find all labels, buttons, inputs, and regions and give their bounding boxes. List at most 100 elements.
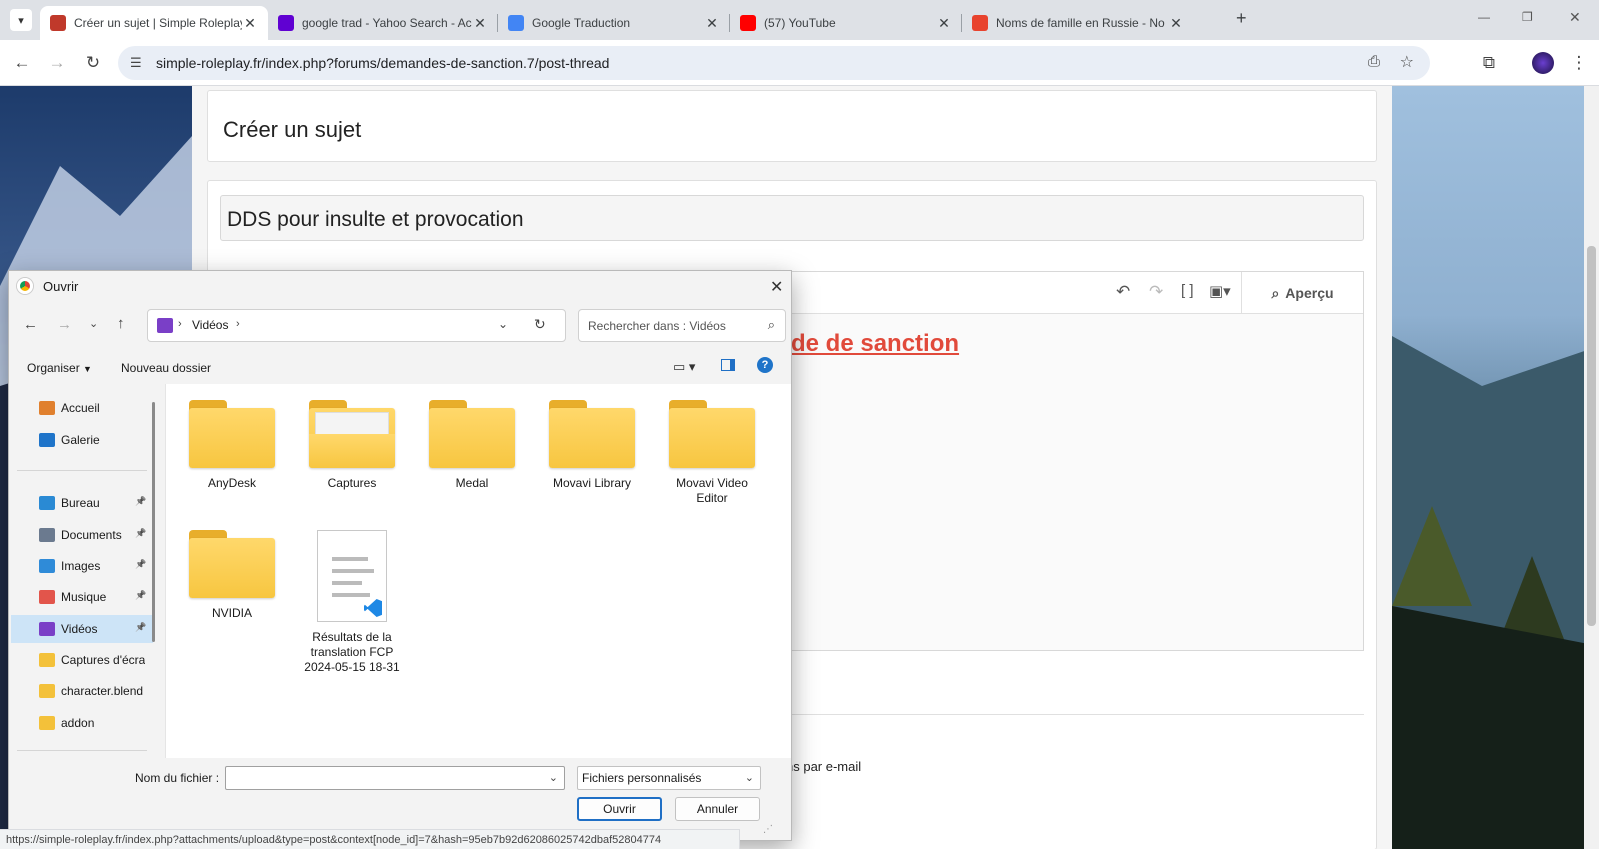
nav-item[interactable]: addon (39, 712, 94, 734)
organize-label: Organiser (27, 361, 80, 375)
folder-icon (309, 400, 395, 468)
nav-item[interactable]: Bureau (39, 492, 100, 514)
dialog-address-bar[interactable]: › Vidéos › ⌄ ↻ (147, 309, 566, 342)
profile-avatar[interactable] (1530, 50, 1556, 76)
nav-item[interactable]: Vidéos (11, 615, 153, 643)
reload-icon[interactable]: ↻ (80, 50, 106, 76)
restore-button[interactable]: ❐ (1522, 10, 1533, 24)
breadcrumb-chevron-icon: › (178, 318, 182, 330)
nav-divider (17, 750, 147, 751)
dialog-forward-icon[interactable]: → (57, 316, 72, 333)
nav-item[interactable]: Images (39, 555, 100, 577)
tab[interactable]: Noms de famille en Russie - No ✕ (962, 6, 1194, 40)
site-info-icon[interactable]: ☰ (130, 55, 142, 71)
tab-favicon-icon (50, 15, 66, 31)
help-icon[interactable]: ? (757, 357, 773, 373)
scrollbar-thumb[interactable] (1587, 246, 1596, 626)
new-tab-button[interactable]: + (1236, 8, 1247, 29)
resize-grip-icon[interactable]: ⋰ (763, 824, 773, 835)
page-scrollbar[interactable] (1584, 86, 1599, 849)
editor-heading-text[interactable]: de de sanction (791, 330, 959, 358)
preview-icon: ⌕ (1271, 284, 1280, 301)
file-open-dialog: Ouvrir ✕ ← → ⌄ ↑ › Vidéos › ⌄ ↻ Recherch… (8, 270, 792, 841)
tab[interactable]: (57) YouTube ✕ (730, 6, 962, 40)
file-type-select[interactable]: Fichiers personnalisés ⌄ (577, 766, 761, 790)
folder-item[interactable]: NVIDIA (182, 530, 282, 621)
background-right-forest (1392, 86, 1599, 849)
home-icon (39, 401, 55, 415)
thread-title-value: DDS pour insulte et provocation (227, 208, 524, 231)
folder-icon (39, 653, 55, 667)
pin-icon: 📌 (135, 496, 147, 506)
search-icon: ⌕ (767, 317, 775, 332)
fullscreen-icon[interactable]: [ ] (1181, 282, 1194, 299)
breadcrumb-videos[interactable]: Vidéos (192, 318, 228, 332)
extensions-icon[interactable]: ⧉ (1476, 50, 1502, 76)
nav-scrollbar[interactable] (152, 402, 155, 642)
tab-title: Créer un sujet | Simple Roleplay (74, 16, 242, 30)
tab[interactable]: Créer un sujet | Simple Roleplay ✕ (40, 6, 268, 40)
forward-icon[interactable]: → (44, 50, 70, 76)
dialog-back-icon[interactable]: ← (23, 316, 38, 333)
dialog-search-input[interactable]: Rechercher dans : Vidéos ⌕ (578, 309, 786, 342)
nav-divider (17, 470, 147, 471)
recent-locations-icon[interactable]: ⌄ (89, 317, 98, 330)
dialog-close-icon[interactable]: ✕ (770, 277, 783, 297)
folder-icon (549, 400, 635, 468)
folder-item[interactable]: Movavi Video Editor (662, 400, 762, 506)
preview-button[interactable]: ⌕ Aperçu (1241, 272, 1363, 314)
file-name: NVIDIA (211, 606, 252, 620)
browser-toolbar: ← → ↻ ☰ simple-roleplay.fr/index.php?for… (0, 40, 1599, 86)
drafts-save-icon[interactable]: ▣▾ (1209, 282, 1231, 300)
view-options-icon[interactable]: ▭ ▾ (673, 359, 695, 375)
folder-item[interactable]: Captures (302, 400, 402, 491)
organize-button[interactable]: Organiser ▼ (27, 361, 92, 375)
file-item[interactable]: Résultats de la translation FCP 2024-05-… (302, 530, 402, 675)
images-icon (39, 559, 55, 573)
tab[interactable]: Google Traduction ✕ (498, 6, 730, 40)
folder-item[interactable]: AnyDesk (182, 400, 282, 491)
up-folder-icon[interactable]: ↑ (117, 315, 125, 332)
address-bar[interactable]: ☰ simple-roleplay.fr/index.php?forums/de… (118, 46, 1430, 80)
tab-close-icon[interactable]: ✕ (472, 15, 488, 32)
folder-item[interactable]: Medal (422, 400, 522, 491)
tab-close-icon[interactable]: ✕ (936, 15, 952, 32)
folder-item[interactable]: Movavi Library (542, 400, 642, 491)
pin-icon: 📌 (135, 622, 147, 632)
chevron-down-icon[interactable]: ⌄ (549, 771, 558, 784)
address-dropdown-icon[interactable]: ⌄ (498, 317, 508, 331)
cancel-button[interactable]: Annuler (675, 797, 760, 821)
minimize-button[interactable]: — (1478, 10, 1490, 24)
tab-favicon-icon (740, 15, 756, 31)
bookmark-star-icon[interactable]: ☆ (1400, 52, 1414, 72)
nav-item[interactable]: Musique (39, 586, 106, 608)
redo-icon[interactable]: ↷ (1149, 282, 1163, 302)
thread-title-input[interactable]: DDS pour insulte et provocation (220, 195, 1364, 241)
nav-item[interactable]: Accueil (39, 397, 100, 419)
nav-item[interactable]: Documents (39, 524, 122, 546)
tab-search-button[interactable]: ▾ (10, 9, 32, 31)
email-notify-option[interactable]: ns par e-mail (786, 759, 861, 774)
nav-item[interactable]: Captures d'écran (39, 649, 145, 671)
refresh-icon[interactable]: ↻ (534, 316, 546, 333)
tab-separator (497, 14, 498, 32)
page-title: Créer un sujet (223, 117, 362, 142)
nav-item[interactable]: Galerie (39, 429, 100, 451)
tab-close-icon[interactable]: ✕ (1168, 15, 1184, 32)
tab-close-icon[interactable]: ✕ (242, 15, 258, 32)
tab[interactable]: google trad - Yahoo Search - Ac ✕ (268, 6, 498, 40)
filename-input[interactable]: ⌄ (225, 766, 565, 790)
preview-pane-icon[interactable] (721, 359, 735, 371)
undo-icon[interactable]: ↶ (1116, 282, 1130, 302)
open-button[interactable]: Ouvrir (577, 797, 662, 821)
new-folder-button[interactable]: Nouveau dossier (121, 361, 211, 375)
nav-item-label: Bureau (61, 496, 100, 510)
install-app-icon[interactable]: ⎙ (1368, 53, 1380, 70)
chevron-down-icon: ▼ (83, 364, 92, 374)
nav-item[interactable]: character.blend (39, 680, 143, 702)
dialog-titlebar: Ouvrir ✕ (9, 271, 791, 301)
tab-close-icon[interactable]: ✕ (704, 15, 720, 32)
menu-kebab-icon[interactable]: ⋮ (1566, 50, 1592, 76)
back-icon[interactable]: ← (9, 50, 35, 76)
close-window-button[interactable]: ✕ (1569, 9, 1581, 26)
